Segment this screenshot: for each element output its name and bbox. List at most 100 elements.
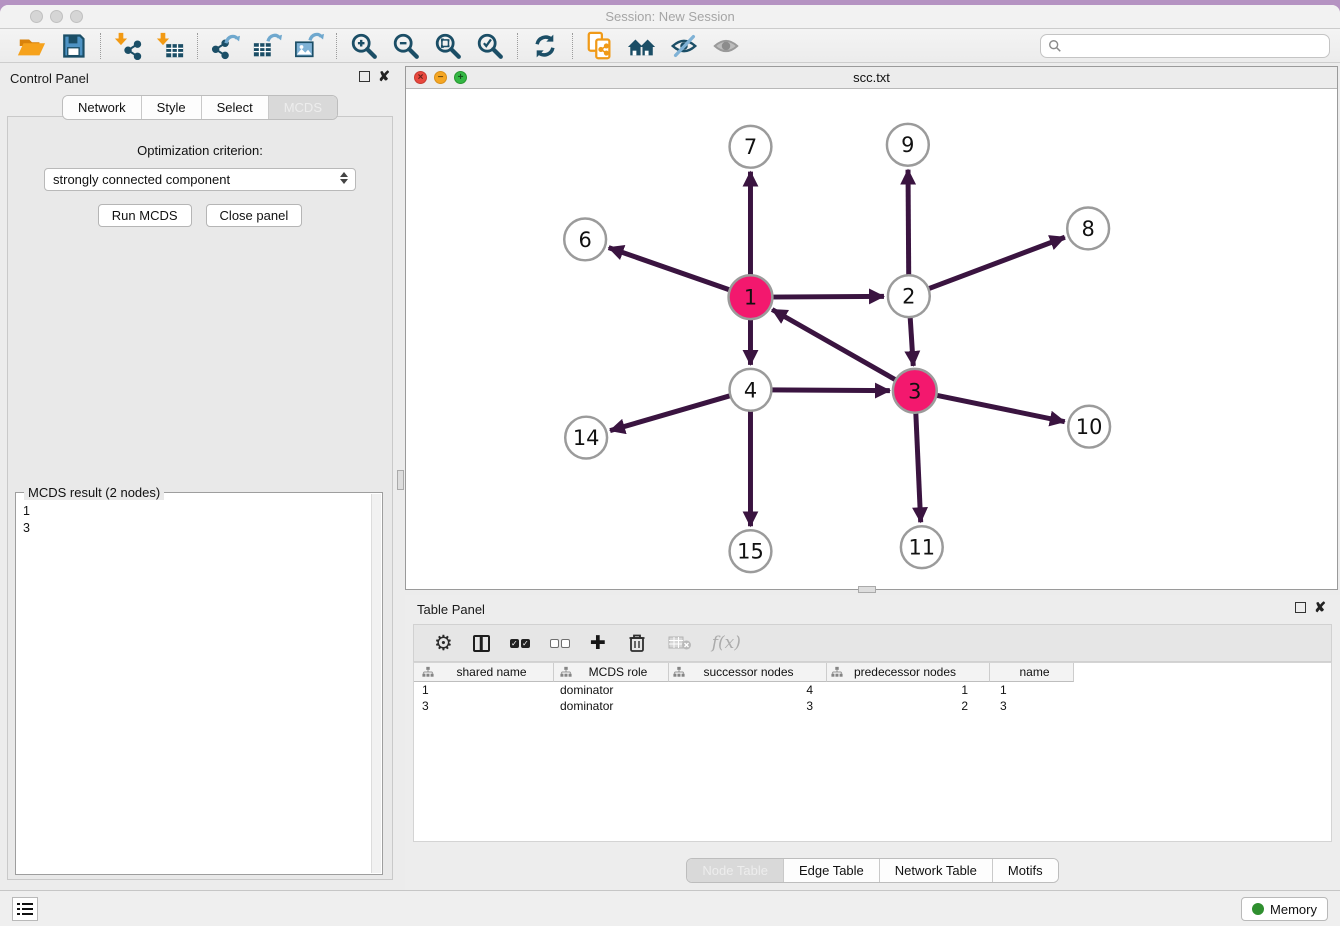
table-cell[interactable]: 2	[827, 699, 990, 713]
tab-network[interactable]: Network	[63, 96, 141, 119]
mcds-panel: Optimization criterion: strongly connect…	[7, 116, 393, 880]
mcds-result-groupbox: MCDS result (2 nodes) 1 3	[15, 492, 383, 875]
graph-node-label: 2	[902, 285, 915, 309]
import-table-button[interactable]	[149, 30, 191, 62]
clone-network-button[interactable]	[579, 30, 621, 62]
tab-mcds[interactable]: MCDS	[268, 96, 337, 119]
export-network-icon	[210, 31, 240, 61]
table-row[interactable]: 1dominator411	[414, 682, 1331, 698]
table-cell[interactable]: dominator	[554, 683, 669, 697]
optimization-criterion-label: Optimization criterion:	[8, 143, 392, 158]
show-columns-button[interactable]	[473, 628, 490, 658]
table-row[interactable]: 3dominator323	[414, 698, 1331, 714]
first-neighbors-button[interactable]	[621, 30, 663, 62]
zoom-fit-icon	[433, 31, 463, 61]
graph-edge-3-10[interactable]	[932, 394, 1064, 421]
zoom-out-button[interactable]	[385, 30, 427, 62]
tab-select[interactable]: Select	[201, 96, 268, 119]
unselect-all-columns-button[interactable]	[550, 628, 570, 658]
export-image-icon	[294, 31, 324, 61]
eye-slash-icon	[669, 31, 699, 61]
network-frame-titlebar[interactable]: × − + scc.txt	[406, 67, 1337, 89]
control-panel-tabs: Network Style Select MCDS	[0, 95, 400, 120]
mcds-result-list[interactable]: 1 3	[18, 501, 370, 872]
unchecked-boxes-icon	[550, 639, 570, 648]
search-input[interactable]	[1040, 34, 1330, 58]
graph-node-label: 6	[578, 228, 591, 252]
close-panel-icon[interactable]: ✘	[378, 71, 390, 82]
column-header-shared-name[interactable]: shared name	[414, 663, 554, 682]
network-graph[interactable]: 7968124314101511	[406, 89, 1337, 589]
delete-table-button[interactable]	[668, 628, 692, 658]
hide-selected-button[interactable]	[663, 30, 705, 62]
graph-edge-4-14[interactable]	[610, 395, 733, 431]
table-cell[interactable]: 1	[990, 683, 1074, 697]
table-cell[interactable]: dominator	[554, 699, 669, 713]
show-all-button[interactable]	[705, 30, 747, 62]
table-body: 1dominator4113dominator323	[414, 682, 1331, 714]
horizontal-splitter-handle[interactable]	[858, 586, 876, 593]
column-header-mcds-role[interactable]: MCDS role	[554, 663, 669, 682]
tab-motifs[interactable]: Motifs	[992, 859, 1058, 882]
vertical-splitter-handle[interactable]	[397, 470, 404, 490]
zoom-in-button[interactable]	[343, 30, 385, 62]
table-cell[interactable]: 1	[827, 683, 990, 697]
table-cell[interactable]: 3	[669, 699, 827, 713]
table-settings-button[interactable]: ⚙	[434, 628, 453, 658]
control-panel-header: Control Panel ✘	[0, 68, 400, 90]
column-header-name[interactable]: name	[990, 663, 1074, 682]
memory-button[interactable]: Memory	[1241, 897, 1328, 921]
graph-edge-2-8[interactable]	[926, 237, 1065, 290]
delete-column-button[interactable]	[626, 628, 648, 658]
node-table: shared name MCDS role successor nodes pr…	[413, 662, 1332, 842]
graph-node-label: 11	[908, 536, 935, 560]
add-column-button[interactable]: ✚	[590, 628, 606, 658]
tab-style[interactable]: Style	[141, 96, 201, 119]
graph-edge-2-3[interactable]	[910, 314, 913, 366]
graph-edge-1-2[interactable]	[768, 296, 884, 297]
graph-edge-3-11[interactable]	[916, 409, 921, 523]
export-table-button[interactable]	[246, 30, 288, 62]
close-panel-button[interactable]: Close panel	[206, 204, 303, 227]
graph-edge-2-9[interactable]	[908, 170, 909, 279]
criterion-select[interactable]: strongly connected component	[44, 168, 356, 191]
table-cell[interactable]: 3	[414, 699, 554, 713]
function-builder-button[interactable]: f(x)	[712, 628, 741, 658]
result-scrollbar[interactable]	[371, 494, 381, 873]
column-header-successor-nodes[interactable]: successor nodes	[669, 663, 827, 682]
float-table-panel-icon[interactable]	[1295, 602, 1306, 613]
table-cell[interactable]: 3	[990, 699, 1074, 713]
tab-edge-table[interactable]: Edge Table	[783, 859, 879, 882]
table-toolbar: ⚙ ✓✓ ✚	[413, 624, 1332, 662]
graph-node-label: 14	[573, 426, 600, 450]
refresh-view-button[interactable]	[524, 30, 566, 62]
zoom-fit-button[interactable]	[427, 30, 469, 62]
select-all-columns-button[interactable]: ✓✓	[510, 628, 530, 658]
export-image-button[interactable]	[288, 30, 330, 62]
tab-network-table[interactable]: Network Table	[879, 859, 992, 882]
network-canvas[interactable]: 7968124314101511	[406, 89, 1337, 589]
save-session-button[interactable]	[52, 30, 94, 62]
close-table-panel-icon[interactable]: ✘	[1314, 602, 1326, 613]
float-panel-icon[interactable]	[359, 71, 370, 82]
table-cell[interactable]: 1	[414, 683, 554, 697]
hierarchy-icon	[673, 666, 685, 678]
result-line: 3	[23, 520, 370, 537]
export-network-button[interactable]	[204, 30, 246, 62]
graph-edge-4-3[interactable]	[768, 390, 890, 391]
open-folder-icon	[16, 31, 46, 61]
toolbar-separator	[100, 33, 101, 59]
column-header-predecessor-nodes[interactable]: predecessor nodes	[827, 663, 990, 682]
run-mcds-button[interactable]: Run MCDS	[98, 204, 192, 227]
graph-edge-1-6[interactable]	[609, 248, 734, 292]
tab-node-table[interactable]: Node Table	[687, 859, 783, 882]
open-file-button[interactable]	[10, 30, 52, 62]
clone-network-icon	[585, 31, 615, 61]
zoom-selected-button[interactable]	[469, 30, 511, 62]
gear-icon: ⚙	[434, 632, 453, 654]
table-cell[interactable]: 4	[669, 683, 827, 697]
import-network-button[interactable]	[107, 30, 149, 62]
graph-edge-3-1[interactable]	[772, 309, 899, 381]
table-panel: Table Panel ✘ ⚙ ✓✓ ✚	[405, 595, 1340, 890]
task-history-button[interactable]	[12, 897, 38, 921]
